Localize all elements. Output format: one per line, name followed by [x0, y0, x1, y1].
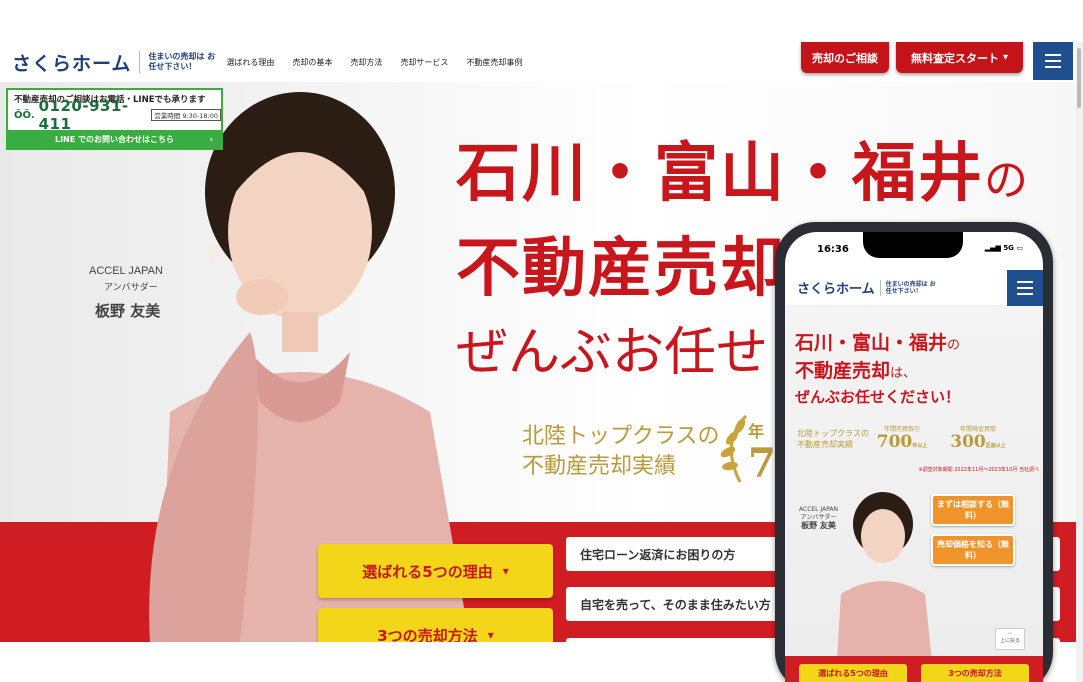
chevron-down-icon: ▾: [502, 564, 509, 578]
business-hours: 営業時間 9:30-18:00: [151, 109, 221, 121]
nav-item-reasons[interactable]: 選ばれる理由: [226, 57, 274, 68]
phone-row[interactable]: ÕÕ. 0120-931-411 営業時間 9:30-18:00: [8, 97, 221, 133]
site-tagline: 住まいの売却は お任せ下さい！: [148, 52, 216, 71]
phone-award-sales: 年間売買取引 700件以上: [869, 424, 935, 460]
main-nav: 選ばれる理由 売却の基本 売却方法 売却サービス 不動産売却事例: [226, 57, 540, 68]
phone-logo: さくらホーム: [797, 282, 875, 297]
phone-clock: 16:36: [817, 244, 849, 255]
phone-subtitle: 北陸トップクラスの 不動産売却実績: [797, 428, 869, 450]
phone-ambassador-name: 板野 友美: [801, 521, 836, 530]
phone-survey-note: ※調査対象期間 2022年11月〜2023年10月 当社調べ: [918, 467, 1039, 473]
chevron-right-icon: ›: [209, 134, 213, 144]
nav-item-cases[interactable]: 不動産売却事例: [466, 57, 522, 68]
contact-box: 不動産売却のご相談はお電話・LINEでも承ります ÕÕ. 0120-931-41…: [6, 88, 223, 150]
award-purchase-value: 300: [950, 432, 986, 452]
phone-mockup: 16:36 ▂▄▆ 5G ▭ さくらホーム 住まいの売却は お任せ下さい！ 石川…: [775, 222, 1053, 682]
site-header: さくらホーム 住まいの売却は お任せ下さい！ 選ばれる理由 売却の基本 売却方法…: [0, 42, 1076, 82]
free-dial-icon: ÕÕ.: [14, 109, 35, 121]
phone-subtitle-line1: 北陸トップクラスの: [797, 429, 869, 438]
chevron-down-icon: ▾: [1002, 52, 1009, 63]
network-label: 5G: [1003, 244, 1014, 252]
award-sales-unit: 件以上: [912, 443, 928, 449]
phone-back-to-top-label: 上に戻る: [999, 638, 1020, 644]
phone-ambassador: ACCEL JAPAN アンバサダー 板野 友美: [799, 506, 838, 530]
methods-label: 3つの売却方法: [377, 626, 478, 643]
methods-button[interactable]: 3つの売却方法 ▾: [318, 608, 553, 642]
reasons-button[interactable]: 選ばれる5つの理由 ▾: [318, 544, 553, 598]
award-purchase-unit: 区画以上: [985, 443, 1006, 449]
phone-title-line3: ぜんぶお任せください！: [795, 388, 961, 406]
scrollbar[interactable]: [1076, 42, 1083, 682]
phone-logo-divider: [879, 279, 881, 296]
phone-tagline: 住まいの売却は お任せ下さい！: [885, 280, 936, 295]
phone-subtitle-line2: 不動産売却実績: [797, 440, 853, 449]
phone-title-line2: 不動産売却は、: [795, 360, 917, 382]
award-badge: 年 7: [748, 418, 776, 486]
hero-subtitle-line2: 不動産売却実績: [522, 454, 677, 479]
hero-subtitle-line1: 北陸トップクラスの: [522, 424, 720, 449]
phone-ambassador-org: ACCEL JAPAN: [799, 506, 839, 513]
nav-item-services[interactable]: 売却サービス: [400, 57, 448, 68]
line-contact-button[interactable]: LINE でのお問い合わせはこちら ›: [8, 130, 221, 148]
logo-divider: [139, 51, 141, 73]
consult-button[interactable]: 売却のご相談: [801, 42, 889, 73]
award-sales-value: 700: [876, 432, 913, 452]
award-value: 7: [748, 440, 776, 487]
site-logo[interactable]: さくらホーム: [12, 49, 131, 76]
phone-methods-button: 3つの売却方法⌄: [921, 664, 1029, 682]
phone-reasons-button: 選ばれる5つの理由⌄: [799, 664, 907, 682]
nav-item-methods[interactable]: 売却方法: [350, 57, 382, 68]
nav-item-basics[interactable]: 売却の基本: [292, 57, 332, 68]
phone-award-purchase: 年間現金買取 300区画以上: [945, 424, 1011, 460]
scrollbar-thumb[interactable]: [1077, 48, 1081, 108]
reasons-label: 選ばれる5つの理由: [362, 562, 493, 581]
signal-icon: ▂▄▆ 5G ▭: [984, 244, 1023, 252]
page: さくらホーム 住まいの売却は お任せ下さい！ 選ばれる理由 売却の基本 売却方法…: [0, 0, 1083, 682]
chevron-down-icon: ▾: [487, 628, 494, 642]
phone-methods-label: 3つの売却方法: [948, 669, 1002, 678]
hero-subtitle: 北陸トップクラスの 不動産売却実績: [522, 422, 720, 482]
phone-header: さくらホーム 住まいの売却は お任せ下さい！: [785, 270, 1043, 306]
hero-title-line1: 石川・富山・福井の: [456, 136, 1030, 211]
phone-consult-button: まずは相談する（無料）: [931, 494, 1015, 526]
phone-hero: 石川・富山・福井の 不動産売却は、 ぜんぶお任せください！ 北陸トップクラスの …: [785, 306, 1043, 682]
hamburger-icon[interactable]: [1033, 42, 1073, 80]
phone-number[interactable]: 0120-931-411: [39, 97, 146, 133]
phone-back-to-top: ︿ 上に戻る: [995, 628, 1025, 650]
phone-notch: [863, 232, 963, 258]
line-contact-label: LINE でのお問い合わせはこちら: [54, 134, 175, 144]
ambassador-role: アンバサダー: [104, 283, 158, 293]
phone-price-button: 売却価格を知る（無料）: [931, 534, 1015, 566]
ambassador-org: ACCEL JAPAN: [89, 265, 163, 277]
free-assessment-button[interactable]: 無料査定スタート ▾: [896, 42, 1023, 73]
phone-reasons-label: 選ばれる5つの理由: [818, 669, 888, 678]
hero-title-line2: 不動産売却: [456, 231, 786, 306]
award-label: 年: [748, 422, 765, 441]
phone-screen: 16:36 ▂▄▆ 5G ▭ さくらホーム 住まいの売却は お任せ下さい！ 石川…: [785, 232, 1043, 682]
ambassador-name: 板野 友美: [95, 302, 161, 320]
phone-title-line1: 石川・富山・福井の: [795, 332, 961, 354]
free-assessment-label: 無料査定スタート: [910, 51, 999, 65]
phone-hamburger-icon: [1007, 270, 1043, 306]
